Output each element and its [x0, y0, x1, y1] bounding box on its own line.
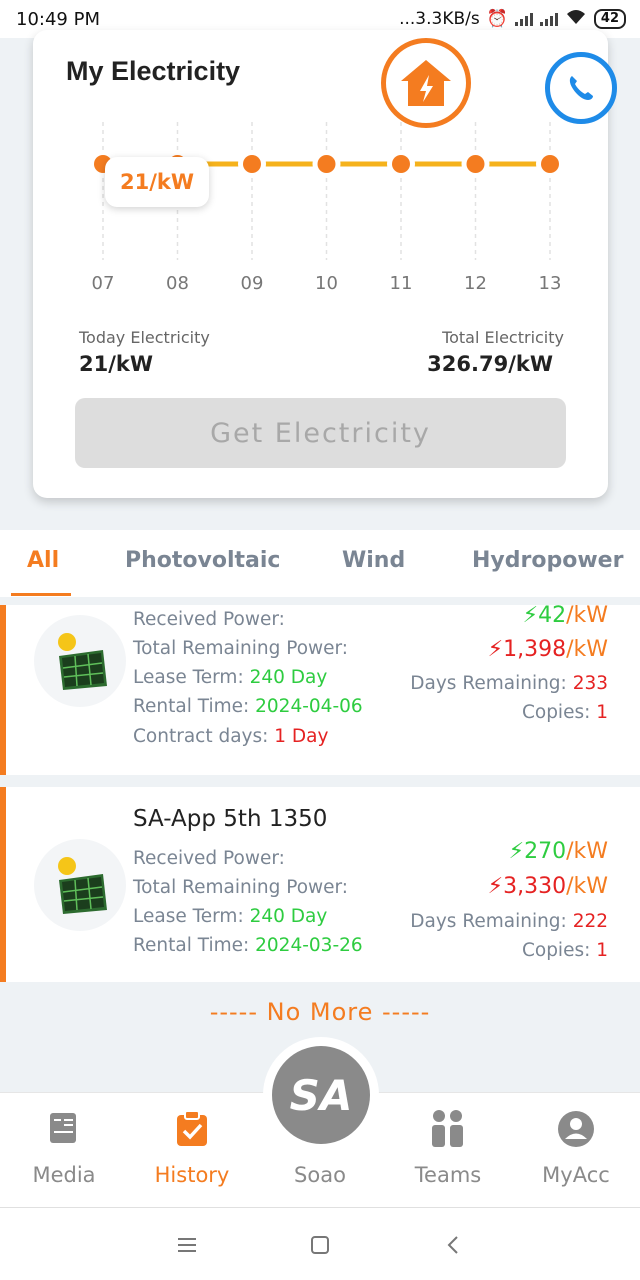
remaining-power-value: 1,398	[503, 637, 567, 662]
days-remaining-value: 222	[572, 911, 608, 932]
data-point[interactable]	[541, 155, 559, 173]
teams-icon	[428, 1109, 468, 1149]
received-power-label: Received Power:	[133, 848, 285, 869]
x-tick-label: 13	[538, 273, 562, 294]
bolt-icon-red: ⚡	[487, 637, 504, 662]
rental-time-value: 2024-04-06	[255, 696, 363, 717]
battery-icon: 42	[593, 9, 626, 29]
electricity-card: My Electricity 21/kW 07 08 09 10 11 12 13 Toda…	[33, 30, 608, 498]
x-tick-label: 07	[91, 273, 115, 294]
signal-icon-2	[539, 12, 558, 26]
solar-panel-icon	[34, 839, 126, 931]
media-icon	[44, 1109, 84, 1149]
copies-value: 1	[596, 940, 608, 961]
nav-myacc[interactable]: MyAcc	[512, 1093, 640, 1208]
nav-label: Teams	[414, 1163, 482, 1187]
account-icon	[556, 1109, 596, 1149]
lease-term-label: Lease Term:	[133, 906, 244, 927]
data-point[interactable]	[466, 155, 485, 173]
solar-panel-icon	[34, 615, 126, 707]
copies-label: Copies:	[521, 940, 591, 961]
today-electricity-label: Today Electricity	[79, 328, 210, 347]
menu-icon[interactable]	[172, 1230, 202, 1260]
category-tabs: All Photovoltaic Wind Hydropower	[0, 530, 640, 597]
nav-label: History	[154, 1163, 230, 1187]
received-power-label: Received Power:	[133, 609, 285, 630]
system-nav-bar	[0, 1207, 640, 1280]
no-more-text: ----- No More -----	[209, 998, 431, 1026]
contract-days-label: Contract days:	[133, 726, 269, 747]
data-point[interactable]	[243, 155, 261, 173]
x-tick-label: 08	[166, 273, 189, 294]
home-icon[interactable]	[305, 1230, 335, 1260]
chart-tooltip: 21/kW	[105, 157, 209, 207]
rental-time-value: 2024-03-26	[255, 935, 363, 956]
nav-label: Media	[32, 1163, 96, 1187]
copies-label: Copies:	[521, 702, 591, 723]
bolt-icon-red: ⚡	[487, 874, 504, 899]
unit-label: /kW	[566, 839, 608, 864]
lease-term-value: 240 Day	[249, 667, 328, 688]
signal-icon	[514, 12, 533, 26]
rental-time-label: Rental Time:	[133, 696, 250, 717]
lease-term-label: Lease Term:	[133, 667, 244, 688]
x-tick-label: 11	[389, 273, 413, 294]
x-tick-label: 12	[464, 273, 487, 294]
nav-label: MyAcc	[542, 1163, 610, 1187]
home-power-button[interactable]	[381, 38, 471, 128]
soao-center-button[interactable]: SA	[263, 1037, 379, 1153]
wifi-icon	[565, 8, 587, 31]
phone-icon	[569, 76, 593, 100]
total-electricity-label: Total Electricity	[442, 328, 564, 347]
clipboard-check-icon	[172, 1109, 212, 1149]
x-tick-label: 10	[315, 273, 338, 294]
nav-teams[interactable]: Teams	[384, 1093, 512, 1208]
days-remaining-label: Days Remaining:	[410, 911, 567, 932]
unit-label: /kW	[566, 637, 608, 662]
bolt-icon-green: ⚡	[522, 603, 539, 628]
data-point[interactable]	[317, 155, 336, 173]
data-point[interactable]	[392, 155, 410, 173]
whatsapp-button[interactable]	[545, 52, 617, 124]
rental-time-label: Rental Time:	[133, 935, 250, 956]
status-time: 10:49 PM	[16, 8, 100, 30]
list-item[interactable]: SA-App 5th 1350 Received Power: Total Re…	[0, 787, 640, 982]
item-name: SA-App 5th 1350	[133, 806, 328, 832]
tab-hydropower[interactable]: Hydropower	[472, 548, 623, 573]
tab-underline	[11, 593, 71, 596]
tab-photovoltaic[interactable]: Photovoltaic	[125, 548, 280, 573]
received-power-value: 42	[538, 603, 567, 628]
copies-value: 1	[596, 702, 608, 723]
alarm-icon: ⏰	[486, 9, 508, 29]
today-electricity-value: 21/kW	[79, 352, 154, 376]
days-remaining-label: Days Remaining:	[410, 673, 567, 694]
nav-label: Soao	[294, 1163, 346, 1187]
status-icons: ...3.3KB/s ⏰ 42	[399, 8, 626, 31]
sa-logo-icon: SA	[272, 1046, 370, 1144]
nav-history[interactable]: History	[128, 1093, 256, 1208]
home-bolt-icon	[401, 60, 451, 106]
unit-label: /kW	[566, 603, 608, 628]
tab-all[interactable]: All	[27, 548, 59, 573]
days-remaining-value: 233	[572, 673, 608, 694]
unit-label: /kW	[566, 874, 608, 899]
total-remaining-label: Total Remaining Power:	[133, 877, 349, 898]
received-power-value: 270	[524, 839, 567, 864]
contract-days-value: 1 Day	[274, 726, 329, 747]
total-electricity-value: 326.79/kW	[427, 352, 553, 376]
net-speed: ...3.3KB/s	[399, 9, 480, 29]
list-item[interactable]: Received Power: Total Remaining Power: L…	[0, 603, 640, 775]
tab-wind[interactable]: Wind	[342, 548, 405, 573]
nav-media[interactable]: Media	[0, 1093, 128, 1208]
back-icon[interactable]	[438, 1230, 468, 1260]
remaining-power-value: 3,330	[503, 874, 567, 899]
get-electricity-button[interactable]: Get Electricity	[75, 398, 566, 468]
lease-term-value: 240 Day	[249, 906, 328, 927]
total-remaining-label: Total Remaining Power:	[133, 638, 349, 659]
bolt-icon-green: ⚡	[508, 839, 525, 864]
x-tick-label: 09	[240, 273, 264, 294]
